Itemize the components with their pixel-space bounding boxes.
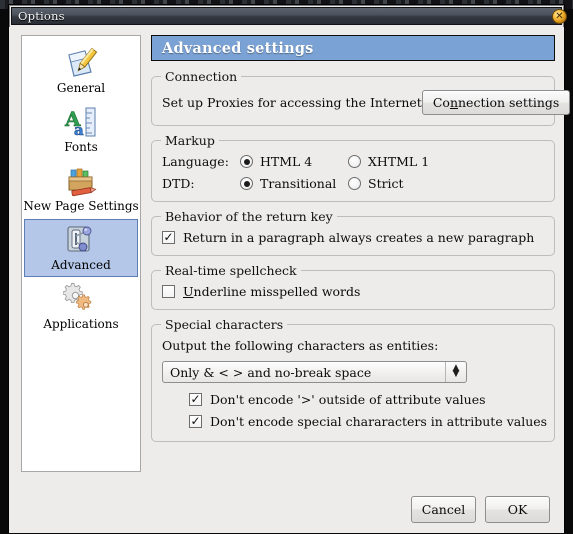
dialog-button-bar: Cancel OK [411,496,550,523]
sidebar-item-applications[interactable]: Applications [24,278,138,336]
sidebar-item-new-page-settings[interactable]: New Page Settings [23,160,139,218]
cancel-button[interactable]: Cancel [411,496,476,523]
checkbox-return-paragraph-label: Return in a paragraph always creates a n… [183,230,535,245]
sidebar-item-fonts[interactable]: A a Fonts [24,101,138,159]
sidebar-item-label: General [56,81,106,95]
sidebar-item-label: New Page Settings [23,199,139,213]
sidebar-item-advanced[interactable]: Advanced [24,219,138,277]
connection-description: Set up Proxies for accessing the Interne… [162,95,422,110]
radio-xhtml1-label: XHTML 1 [368,154,430,169]
return-key-group: Behavior of the return key ✓ Return in a… [151,209,555,256]
label-rest: nderline misspelled words [193,284,361,299]
connection-group-legend: Connection [161,69,242,84]
checkbox-no-encode-special[interactable]: ✓ [189,415,202,428]
radio-dot [243,158,250,165]
checkbox-underline-misspelled[interactable]: ✓ [162,285,175,298]
radio-html4-label: HTML 4 [260,154,313,169]
dtd-label: DTD: [162,176,195,191]
btn-text-mnemonic: n [449,95,458,110]
pencil-document-icon [63,46,99,80]
switch-nodes-icon [63,223,99,257]
entities-select[interactable]: Only & < > and no-break space ▲ ▼ [162,361,467,383]
radio-strict[interactable] [348,177,361,190]
page-title: Advanced settings [162,39,314,57]
svg-text:a: a [74,121,84,139]
dialog-body: General A a Fonts New Page Settings Adva… [9,27,571,533]
radio-html4[interactable] [240,155,253,168]
check-glyph: ✓ [190,392,201,406]
window-title: Options [18,9,65,23]
language-label: Language: [162,154,229,169]
spellcheck-group-legend: Real-time spellcheck [161,263,301,278]
radio-transitional[interactable] [240,177,253,190]
check-glyph: ✓ [163,230,174,244]
checkbox-no-encode-gt-label: Don't encode '>' outside of attribute va… [210,392,486,407]
radio-xhtml1[interactable] [348,155,361,168]
advanced-settings-panel: Advanced settings Connection Set up Prox… [151,35,571,442]
gears-icon [62,282,99,316]
markup-group: Markup Language: HTML 4 XHTML 1 DTD: Tra… [151,133,555,202]
entities-select-value: Only & < > and no-break space [170,364,372,380]
checkbox-no-encode-special-label: Don't encode special chararacters in att… [210,414,548,429]
radio-dot [243,180,250,187]
window-titlebar[interactable]: Options ✕ [11,7,567,25]
options-dialog-window: Options ✕ General A a Fonts New Page Set… [8,4,571,533]
sidebar-item-label: Applications [43,317,119,331]
return-key-group-legend: Behavior of the return key [161,209,337,224]
sidebar-item-label: Fonts [64,140,98,154]
sidebar-item-general[interactable]: General [24,42,138,100]
chevron-updown-icon: ▲ ▼ [445,362,466,382]
btn-text-pre: Co [432,95,450,110]
close-icon[interactable]: ✕ [552,9,567,24]
spellcheck-group: Real-time spellcheck ✓ Underline misspel… [151,263,555,310]
btn-text-post: nection settings [458,95,560,110]
connection-group: Connection Set up Proxies for accessing … [151,69,571,126]
radio-transitional-label: Transitional [260,176,337,191]
settings-category-list[interactable]: General A a Fonts New Page Settings Adva… [21,35,141,472]
checkbox-return-paragraph[interactable]: ✓ [162,231,175,244]
special-characters-description: Output the following characters as entit… [162,338,439,353]
crayon-box-icon [63,164,99,198]
markup-group-legend: Markup [161,133,219,148]
font-ruler-icon: A a [63,105,99,139]
ok-button[interactable]: OK [485,496,550,523]
checkbox-underline-misspelled-label: Underline misspelled words [183,284,360,299]
sidebar-item-label: Advanced [51,258,111,272]
checkbox-no-encode-gt[interactable]: ✓ [189,393,202,406]
chevron-down-glyph: ▼ [452,369,460,379]
panel-header: Advanced settings [151,35,555,61]
label-mnemonic: U [183,284,194,299]
close-glyph: ✕ [555,10,564,22]
radio-strict-label: Strict [368,176,404,191]
connection-settings-button[interactable]: Connection settings [421,90,571,115]
check-glyph: ✓ [190,414,201,428]
special-characters-group-legend: Special characters [161,317,288,332]
special-characters-group: Special characters Output the following … [151,317,555,442]
